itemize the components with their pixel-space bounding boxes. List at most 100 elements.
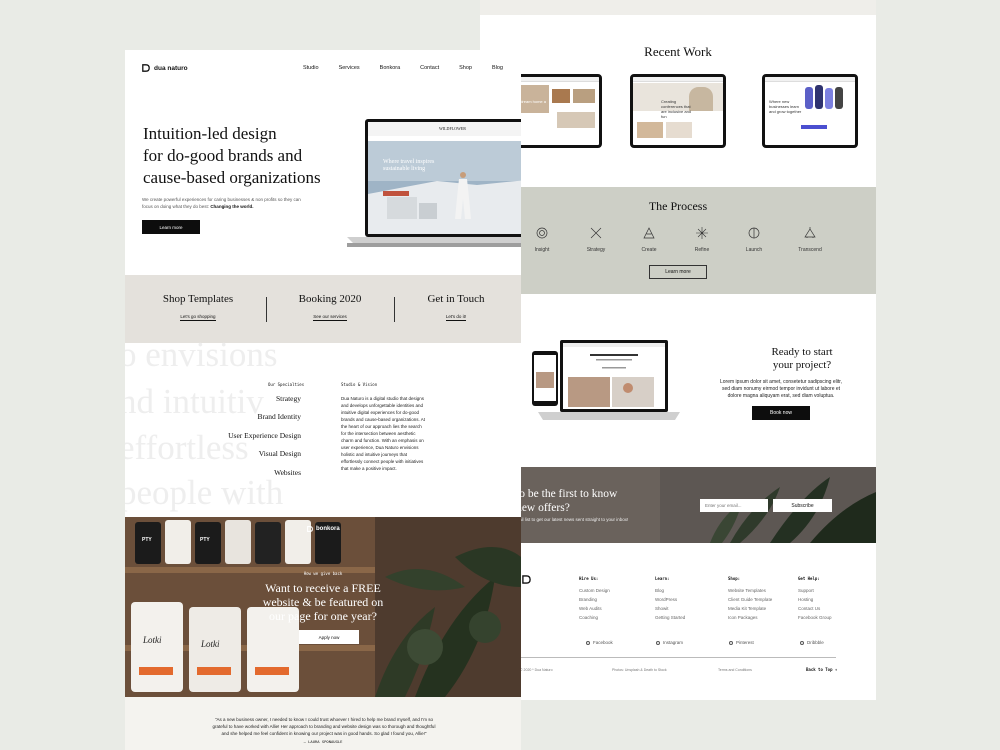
subscribe-button[interactable]: Subscribe xyxy=(773,499,832,512)
footer-link[interactable]: Blog xyxy=(655,586,685,595)
ready-text: Lorem ipsum dolor sit amet, consetetur s… xyxy=(720,379,842,399)
process-step-transcend: Transcend xyxy=(785,227,835,253)
cross-arrows-icon xyxy=(590,227,602,239)
nav-services[interactable]: Services xyxy=(339,65,360,71)
footer-link[interactable]: Icon Packages xyxy=(728,613,772,622)
photo-credit: Photos: Unsplash & Death to Stock xyxy=(612,668,667,672)
terms-link[interactable]: Terms and Conditions xyxy=(718,668,752,672)
footer-col-shop: Shop: Website Templates Client Guide Tem… xyxy=(728,576,773,622)
process-learn-more-button[interactable]: Learn more xyxy=(649,265,707,279)
divider xyxy=(266,297,267,322)
facebook-icon xyxy=(586,640,590,645)
mountain-icon xyxy=(804,227,816,238)
bonkora-section: PTY PTY Lotki Lotki bonkora How we give … xyxy=(125,517,521,697)
specialty-item: Websites xyxy=(274,468,301,477)
bag-label: PTY xyxy=(142,537,152,543)
footer-col-help: Get Help: Support Hosting Contact Us Fac… xyxy=(798,576,832,622)
divider xyxy=(394,297,395,322)
process-step-refine: Refine xyxy=(677,227,727,253)
background-word: nd intuitiv xyxy=(125,382,264,421)
footer-link[interactable]: Branding xyxy=(579,595,610,604)
recent-work-thumb-3[interactable]: Where new businesses learn and grow toge… xyxy=(762,74,858,148)
recent-work-thumb-2[interactable]: Creating conferences that are inclusive … xyxy=(630,74,726,148)
get-in-touch-block: Get in Touch Let's do it! xyxy=(427,293,485,321)
social-facebook[interactable]: Facebook xyxy=(586,640,613,645)
ready-title: Ready to start your project? xyxy=(771,346,833,371)
footer-divider xyxy=(520,657,836,658)
thumb-3-text: Where new businesses learn and grow toge… xyxy=(769,99,802,114)
footer-col-hire: Hire Us: Custom Design Branding Web Audi… xyxy=(579,576,610,622)
newsletter-section: t to be the first to know t new offers? … xyxy=(480,467,876,543)
triangle-icon xyxy=(643,227,655,239)
bonkora-kicker: How we give back xyxy=(303,571,343,576)
footer-link[interactable]: Getting Started xyxy=(655,613,685,622)
nav-contact[interactable]: Contact xyxy=(420,65,439,71)
footer-link[interactable]: Website Templates xyxy=(728,586,772,595)
footer-link[interactable]: WordPress xyxy=(655,595,685,604)
social-dribbble[interactable]: Dribbble xyxy=(800,640,824,645)
social-instagram[interactable]: Instagram xyxy=(656,640,683,645)
testimonial-quote: "As a new business owner, I needed to kn… xyxy=(212,717,436,736)
book-now-button[interactable]: Book now xyxy=(752,406,810,420)
pinterest-icon xyxy=(729,640,733,645)
bonkora-title: Want to receive a FREE website & be feat… xyxy=(262,581,384,623)
logo-icon xyxy=(522,575,531,584)
background-word: people with xyxy=(125,473,284,512)
nav-studio[interactable]: Studio xyxy=(303,65,319,71)
recent-work-title: Recent Work xyxy=(644,44,712,59)
specialty-item: Visual Design xyxy=(258,449,301,458)
back-to-top-link[interactable]: Back to Top ↑ xyxy=(806,667,837,672)
main-nav: Studio Services Bonkora Contact Shop Blo… xyxy=(303,65,503,71)
nav-bonkora[interactable]: Bonkora xyxy=(380,65,401,71)
services-link[interactable]: See our services xyxy=(313,314,347,321)
shop-templates-block: Shop Templates Let's go shopping xyxy=(162,293,234,321)
right-page-mockup: Recent Work Your dream home a few Creati… xyxy=(480,0,876,700)
footer-link[interactable]: Showit xyxy=(655,604,685,613)
process-step-launch: Launch xyxy=(729,227,779,253)
hero-learn-more-button[interactable]: Learn more xyxy=(142,220,200,234)
copyright: © 2020 * Dua Naturo xyxy=(520,668,553,672)
booking-block: Booking 2020 See our services xyxy=(298,293,362,321)
devices-mockup xyxy=(532,340,680,420)
footer-link[interactable]: Facebook Group xyxy=(798,613,832,622)
nav-blog[interactable]: Blog xyxy=(492,65,503,71)
logo-icon xyxy=(142,64,150,72)
bag-label: Lotki xyxy=(143,635,162,645)
background-word: o envisions xyxy=(125,335,278,374)
studio-label: Studio & Vision xyxy=(341,382,378,387)
specialty-item: Strategy xyxy=(276,394,301,403)
process-step-strategy: Strategy xyxy=(571,227,621,253)
hero-laptop-mockup: WILDFLOWER Where travel inspires sustain… xyxy=(347,119,521,247)
process-step-create: Create xyxy=(624,227,674,253)
footer-link[interactable]: Web Audits xyxy=(579,604,610,613)
footer-link[interactable]: Hosting xyxy=(798,595,832,604)
bag-label: Lotki xyxy=(201,639,220,649)
footer-link[interactable]: Coaching xyxy=(579,613,610,622)
apply-now-button[interactable]: Apply now xyxy=(299,630,359,644)
footer-link[interactable]: Media Kit Template xyxy=(728,604,772,613)
left-page-mockup: dua naturo Studio Services Bonkora Conta… xyxy=(125,50,521,750)
hero-text: We create powerful experiences for carin… xyxy=(142,197,301,209)
testimonial-author: — LAURA SPONAUGLE xyxy=(303,739,343,744)
nav-shop[interactable]: Shop xyxy=(459,65,472,71)
specialty-item: Brand Identity xyxy=(257,412,301,421)
brand-logo[interactable]: dua naturo xyxy=(142,64,188,72)
rocket-icon xyxy=(748,227,760,239)
newsletter-title: t to be the first to know t new offers? xyxy=(510,488,618,514)
logo-icon xyxy=(307,526,313,532)
specialty-item: User Experience Design xyxy=(228,431,301,440)
thumb-2-text: Creating conferences that are inclusive … xyxy=(661,99,692,119)
footer-link[interactable]: Custom Design xyxy=(579,586,610,595)
footer-link[interactable]: Support xyxy=(798,586,832,595)
footer-link[interactable]: Client Guide Template xyxy=(728,595,772,604)
contact-link[interactable]: Let's do it! xyxy=(445,314,467,321)
process-step-insight: Insight xyxy=(517,227,567,253)
social-pinterest[interactable]: Pinterest xyxy=(729,640,754,645)
hero-title: Intuition-led design for do-good brands … xyxy=(143,124,321,187)
footer-link[interactable]: Contact Us xyxy=(798,604,832,613)
laptop-screen-brand: WILDFLOWER xyxy=(439,126,466,131)
email-field[interactable] xyxy=(700,499,768,512)
process-title: The Process xyxy=(648,199,708,213)
top-strip xyxy=(480,0,876,15)
shop-link[interactable]: Let's go shopping xyxy=(180,314,216,321)
